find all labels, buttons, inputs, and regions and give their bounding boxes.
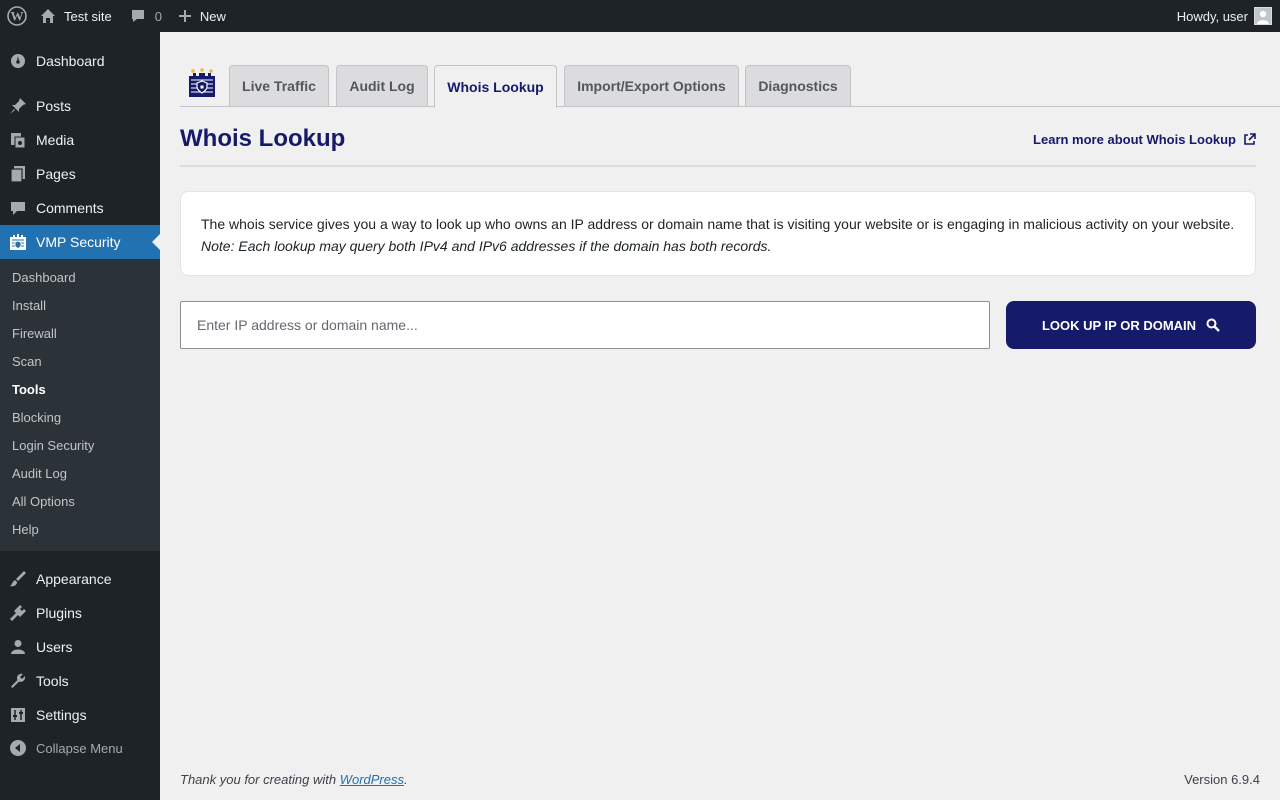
menu-label: Comments: [36, 200, 104, 216]
submenu-login-security[interactable]: Login Security: [12, 436, 94, 456]
menu-vmp-security[interactable]: VMP Security: [0, 225, 160, 259]
plus-icon: [178, 10, 191, 22]
tab-bar: Live Traffic Audit Log Whois Lookup Impo…: [180, 65, 1280, 108]
vmp-submenu: Dashboard Install Firewall Scan Tools Bl…: [0, 259, 160, 551]
collapse-menu-button[interactable]: Collapse Menu: [0, 731, 160, 765]
menu-label: Settings: [36, 707, 87, 723]
menu-tools[interactable]: Tools: [0, 664, 160, 698]
search-icon: [1206, 318, 1220, 332]
wrench-icon: [0, 672, 36, 690]
tab-import-export-options[interactable]: Import/Export Options: [564, 65, 739, 107]
menu-settings[interactable]: Settings: [0, 698, 160, 732]
menu-media[interactable]: Media: [0, 123, 160, 157]
castle-icon: [0, 232, 36, 252]
admin-sidebar: Dashboard Posts Media Pages Comments VMP…: [0, 32, 160, 800]
svg-text:W: W: [11, 9, 24, 24]
greeting: Howdy, user: [1176, 8, 1248, 24]
admin-bar: W Test site 0 New Howdy, user: [0, 0, 1280, 32]
tab-whois-lookup[interactable]: Whois Lookup: [434, 65, 557, 108]
whois-description: The whois service gives you a way to loo…: [201, 216, 1235, 232]
menu-label: Plugins: [36, 605, 82, 621]
page-title: Whois Lookup: [180, 125, 346, 152]
tab-diagnostics[interactable]: Diagnostics: [745, 65, 851, 107]
paintbrush-icon: [0, 570, 36, 588]
new-content-link[interactable]: New: [170, 0, 234, 32]
pages-icon: [0, 165, 36, 183]
menu-posts[interactable]: Posts: [0, 89, 160, 123]
submenu-dashboard[interactable]: Dashboard: [12, 268, 76, 288]
wordpress-logo-icon[interactable]: W: [0, 0, 34, 32]
info-box: The whois service gives you a way to loo…: [180, 191, 1256, 276]
tab-live-traffic[interactable]: Live Traffic: [229, 65, 329, 107]
my-account-link[interactable]: Howdy, user: [1169, 0, 1280, 32]
menu-label: VMP Security: [36, 234, 121, 250]
pushpin-icon: [0, 97, 36, 115]
submenu-help[interactable]: Help: [12, 520, 39, 540]
site-name: Test site: [64, 8, 112, 24]
submenu-audit-log[interactable]: Audit Log: [12, 464, 67, 484]
footer-period: .: [404, 772, 408, 787]
menu-plugins[interactable]: Plugins: [0, 596, 160, 630]
menu-label: Appearance: [36, 571, 112, 587]
external-link-icon: [1244, 133, 1256, 145]
menu-appearance[interactable]: Appearance: [0, 562, 160, 596]
collapse-arrow-icon: [0, 739, 36, 757]
submenu-install[interactable]: Install: [12, 296, 46, 316]
menu-users[interactable]: Users: [0, 630, 160, 664]
collapse-label: Collapse Menu: [36, 740, 123, 756]
new-label: New: [199, 8, 226, 24]
submenu-all-options[interactable]: All Options: [12, 492, 75, 512]
media-icon: [0, 131, 36, 149]
menu-label: Dashboard: [36, 53, 105, 69]
ip-domain-input[interactable]: [180, 301, 990, 349]
wordpress-link[interactable]: WordPress: [340, 772, 404, 787]
vmp-security-logo-icon: [188, 68, 216, 98]
menu-label: Users: [36, 639, 73, 655]
submenu-scan[interactable]: Scan: [12, 352, 42, 372]
learn-more-label: Learn more about Whois Lookup: [1033, 132, 1236, 147]
site-name-link[interactable]: Test site: [34, 0, 120, 32]
settings-icon: [0, 706, 36, 724]
footer-version: Version 6.9.4: [1184, 772, 1260, 787]
plugin-icon: [0, 604, 36, 622]
dashboard-icon: [0, 52, 36, 70]
footer-thanks: Thank you for creating with WordPress.: [180, 772, 408, 787]
menu-label: Tools: [36, 673, 69, 689]
menu-label: Pages: [36, 166, 76, 182]
comments-link[interactable]: 0: [120, 0, 170, 32]
title-row: Whois Lookup Learn more about Whois Look…: [180, 125, 1256, 167]
menu-dashboard[interactable]: Dashboard: [0, 44, 160, 78]
submenu-tools[interactable]: Tools: [12, 380, 46, 400]
lookup-button[interactable]: LOOK UP IP OR DOMAIN: [1006, 301, 1256, 349]
submenu-blocking[interactable]: Blocking: [12, 408, 61, 428]
learn-more-link[interactable]: Learn more about Whois Lookup: [1033, 132, 1256, 147]
menu-pages[interactable]: Pages: [0, 157, 160, 191]
whois-note: Note: Each lookup may query both IPv4 an…: [201, 238, 772, 254]
submenu-firewall[interactable]: Firewall: [12, 324, 57, 344]
main-content: Live Traffic Audit Log Whois Lookup Impo…: [160, 32, 1280, 800]
menu-label: Posts: [36, 98, 72, 114]
comments-count: 0: [154, 8, 162, 24]
menu-comments[interactable]: Comments: [0, 191, 160, 225]
comment-icon: [131, 10, 144, 22]
lookup-button-label: LOOK UP IP OR DOMAIN: [1041, 317, 1197, 333]
tab-audit-log[interactable]: Audit Log: [336, 65, 428, 107]
home-icon: [41, 9, 55, 23]
comment-icon: [0, 199, 36, 217]
users-icon: [0, 638, 36, 656]
footer-thanks-text: Thank you for creating with: [180, 772, 340, 787]
avatar: [1254, 7, 1272, 25]
menu-label: Media: [36, 132, 75, 148]
